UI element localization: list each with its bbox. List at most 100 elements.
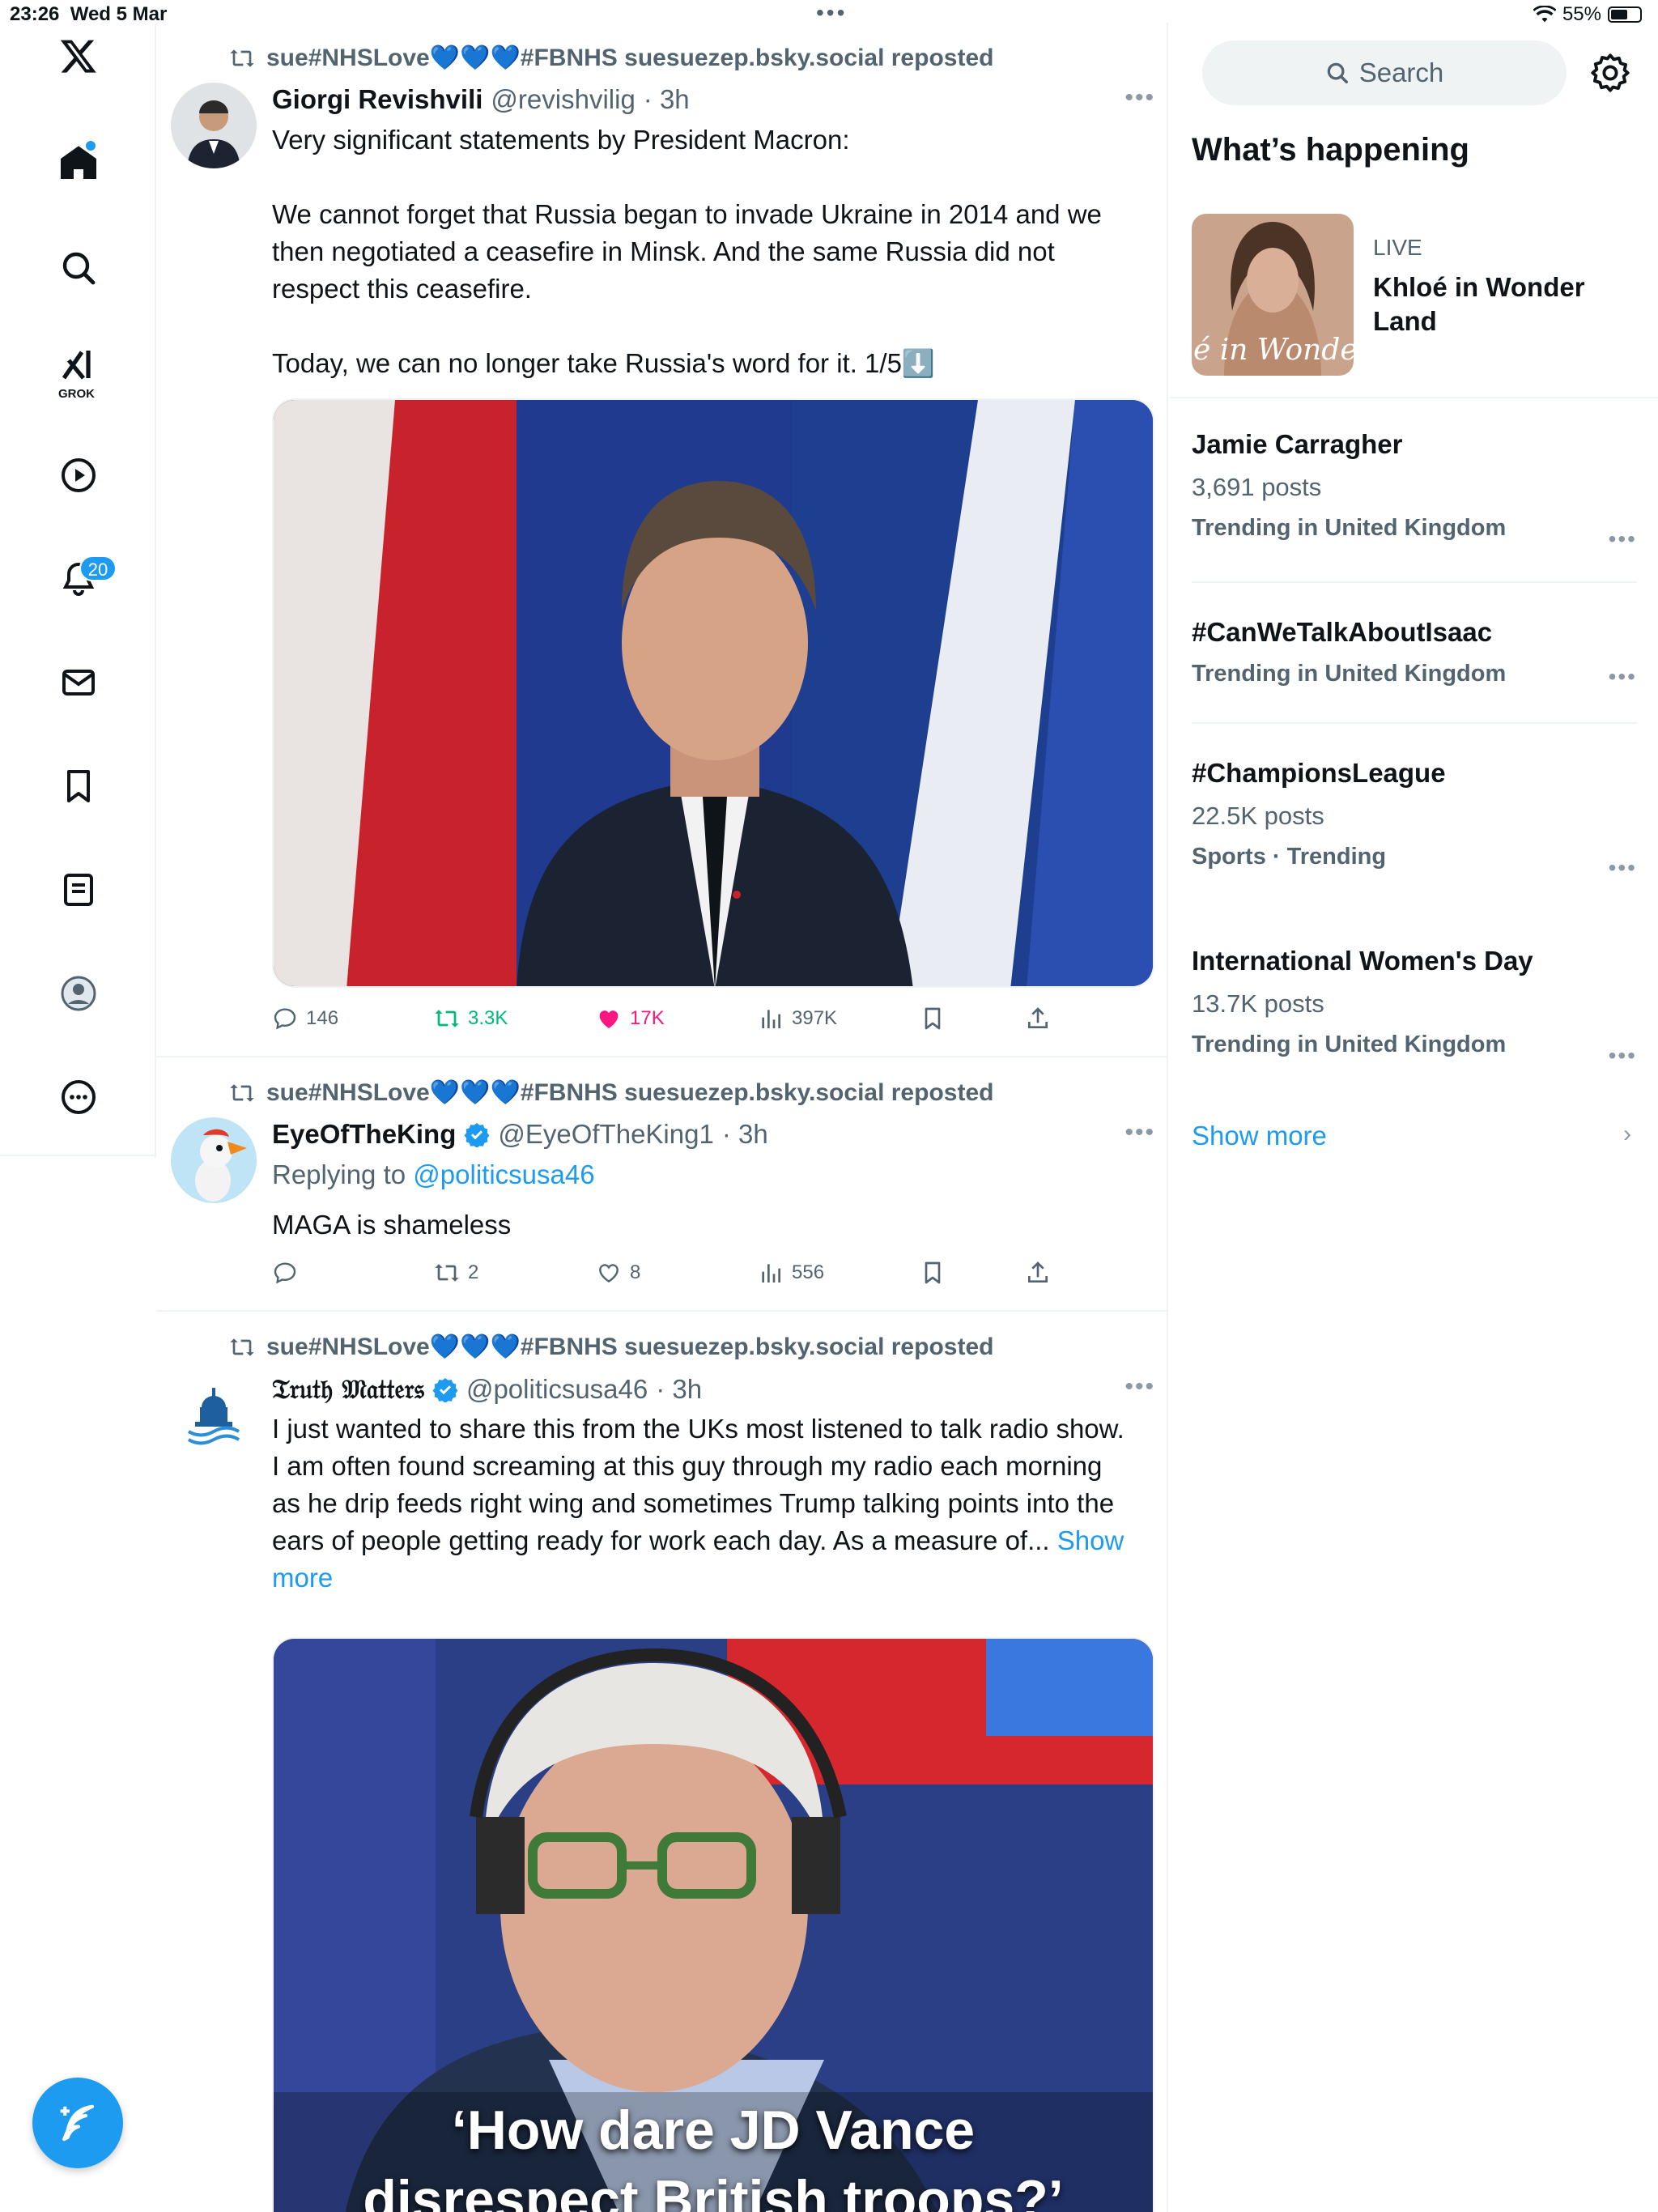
avatar[interactable]: [171, 1372, 257, 1457]
post[interactable]: sue#NHSLove💙💙💙#FBNHS suesuezep.bsky.soci…: [156, 1312, 1168, 2212]
sidebar-divider: [1170, 397, 1658, 398]
heart-filled-icon: [599, 1010, 619, 1028]
share-button[interactable]: [1025, 1260, 1051, 1286]
messages-icon[interactable]: [45, 649, 112, 716]
trend-divider: [1192, 722, 1637, 724]
post-more-icon[interactable]: •••: [1124, 1119, 1155, 1146]
timeline: sue#NHSLove💙💙💙#FBNHS suesuezep.bsky.soci…: [156, 23, 1168, 2212]
trend-divider: [1192, 581, 1637, 583]
views-icon: [762, 1264, 780, 1283]
post-time: · 3h: [656, 1374, 703, 1404]
repost-button[interactable]: 2: [434, 1260, 478, 1286]
trend-count: 22.5K posts: [1192, 802, 1324, 830]
home-unread-dot: [86, 141, 96, 151]
avatar[interactable]: [171, 1117, 257, 1203]
like-button[interactable]: 8: [596, 1260, 640, 1286]
x-logo-icon[interactable]: [45, 23, 112, 89]
home-icon[interactable]: [45, 130, 112, 196]
lists-icon[interactable]: [45, 857, 112, 923]
reply-button[interactable]: 146: [272, 1006, 338, 1032]
verified-badge-icon: [432, 1378, 458, 1402]
trend-context: Trending in United Kingdom: [1192, 515, 1507, 541]
trend-more-icon[interactable]: •••: [1609, 1043, 1637, 1069]
like-button[interactable]: 17K: [596, 1006, 665, 1032]
repost-indicator: sue#NHSLove💙💙💙#FBNHS suesuezep.bsky.soci…: [229, 1333, 993, 1361]
reply-icon: [274, 1008, 296, 1030]
author-name[interactable]: EyeOfTheKing: [272, 1119, 456, 1150]
video-caption-line2: disrespect British troops?’: [363, 2169, 1064, 2212]
trend-more-icon[interactable]: •••: [1609, 664, 1637, 690]
post[interactable]: sue#NHSLove💙💙💙#FBNHS suesuezep.bsky.soci…: [156, 23, 1168, 1057]
post-more-icon[interactable]: •••: [1124, 1373, 1155, 1401]
repost-indicator: sue#NHSLove💙💙💙#FBNHS suesuezep.bsky.soci…: [229, 1078, 993, 1107]
repost-icon: [435, 1264, 459, 1282]
more-icon[interactable]: [45, 1064, 112, 1130]
trend-count: 13.7K posts: [1192, 989, 1324, 1018]
profile-icon[interactable]: [45, 960, 112, 1027]
trend-more-icon[interactable]: •••: [1609, 855, 1637, 881]
post-text: Very significant statements by President…: [272, 125, 1102, 378]
bookmarks-icon[interactable]: [45, 753, 112, 819]
show-more-trends-link[interactable]: Show more: [1192, 1121, 1327, 1151]
bookmark-icon: [925, 1007, 941, 1030]
live-thumbnail: é in Wonder L: [1192, 214, 1354, 376]
author-name[interactable]: 𝔗𝔯𝔲𝔱𝔥 𝔐𝔞𝔱𝔱𝔢𝔯𝔰: [272, 1373, 424, 1406]
search-input[interactable]: Search: [1202, 40, 1567, 105]
post[interactable]: sue#NHSLove💙💙💙#FBNHS suesuezep.bsky.soci…: [156, 1057, 1168, 1312]
trend-title: #CanWeTalkAboutIsaac: [1192, 617, 1493, 647]
video-icon[interactable]: [45, 442, 112, 508]
trend-item[interactable]: #CanWeTalkAboutIsaac Trending in United …: [1192, 617, 1637, 690]
author-name[interactable]: Giorgi Revishvili: [272, 84, 483, 115]
heart-icon: [599, 1264, 619, 1283]
video-caption-line1: ‘How dare JD Vance: [451, 2099, 976, 2161]
replying-to-link[interactable]: @politicsusa46: [413, 1159, 594, 1189]
share-button[interactable]: [1025, 1006, 1051, 1032]
post-more-icon[interactable]: •••: [1124, 84, 1155, 112]
reply-button[interactable]: [272, 1260, 306, 1286]
notifications-badge: 20: [79, 555, 117, 581]
search-icon[interactable]: [45, 235, 112, 301]
author-handle[interactable]: @politicsusa46: [466, 1374, 648, 1405]
repost-indicator: sue#NHSLove💙💙💙#FBNHS suesuezep.bsky.soci…: [229, 44, 993, 72]
trend-item[interactable]: #ChampionsLeague 22.5K posts Sports · Tr…: [1192, 758, 1637, 880]
post-actions: 2 8 556: [272, 1260, 1082, 1292]
trend-more-icon[interactable]: •••: [1609, 526, 1637, 552]
verified-badge-icon: [464, 1123, 490, 1147]
post-header: EyeOfTheKing @EyeOfTheKing1 · 3h: [272, 1119, 768, 1150]
compose-feather-icon: [60, 2104, 95, 2142]
live-event-card[interactable]: é in Wonder L LIVE Khloé in Wonder Land: [1192, 214, 1653, 384]
bookmark-button[interactable]: [920, 1260, 946, 1286]
chevron-right-icon[interactable]: ›: [1623, 1121, 1631, 1148]
trend-item[interactable]: International Women's Day 13.7K posts Tr…: [1192, 946, 1637, 1068]
live-title: Khloé in Wonder Land: [1373, 272, 1585, 336]
trend-title: International Women's Day: [1192, 946, 1533, 976]
repost-icon: [435, 1010, 459, 1027]
live-thumb-text: é in Wonder L: [1193, 334, 1354, 367]
post-time: · 3h: [643, 84, 690, 114]
settings-gear-icon[interactable]: [1589, 52, 1631, 94]
avatar[interactable]: [171, 83, 257, 168]
views-button[interactable]: 397K: [758, 1006, 837, 1032]
battery-icon: [1608, 6, 1642, 23]
repost-icon: [230, 1338, 254, 1356]
live-label: LIVE: [1373, 235, 1422, 260]
bookmark-button[interactable]: [920, 1006, 946, 1032]
right-sidebar: Search What’s happening é in Wonder L LI…: [1170, 23, 1658, 1318]
author-handle[interactable]: @EyeOfTheKing1: [498, 1119, 713, 1150]
share-icon: [1028, 1007, 1048, 1028]
repost-button[interactable]: 3.3K: [434, 1006, 508, 1032]
post-image[interactable]: [272, 398, 1154, 988]
grok-label: GROK: [58, 387, 95, 401]
views-button[interactable]: 556: [758, 1260, 824, 1286]
post-header: Giorgi Revishvili @revishvilig · 3h: [272, 84, 690, 115]
whats-happening-title: What’s happening: [1192, 132, 1469, 168]
trend-title: #ChampionsLeague: [1192, 758, 1446, 788]
bookmark-icon: [925, 1261, 941, 1284]
repost-icon: [230, 1083, 254, 1102]
trend-item[interactable]: Jamie Carragher 3,691 posts Trending in …: [1192, 429, 1637, 551]
post-header: 𝔗𝔯𝔲𝔱𝔥 𝔐𝔞𝔱𝔱𝔢𝔯𝔰 @politicsusa46 · 3h: [272, 1373, 702, 1406]
trend-context: Trending in United Kingdom: [1192, 1032, 1507, 1057]
author-handle[interactable]: @revishvilig: [491, 84, 635, 115]
post-video[interactable]: ‘How dare JD Vance disrespect British tr…: [272, 1637, 1154, 2212]
compose-post-button[interactable]: [32, 2078, 123, 2168]
